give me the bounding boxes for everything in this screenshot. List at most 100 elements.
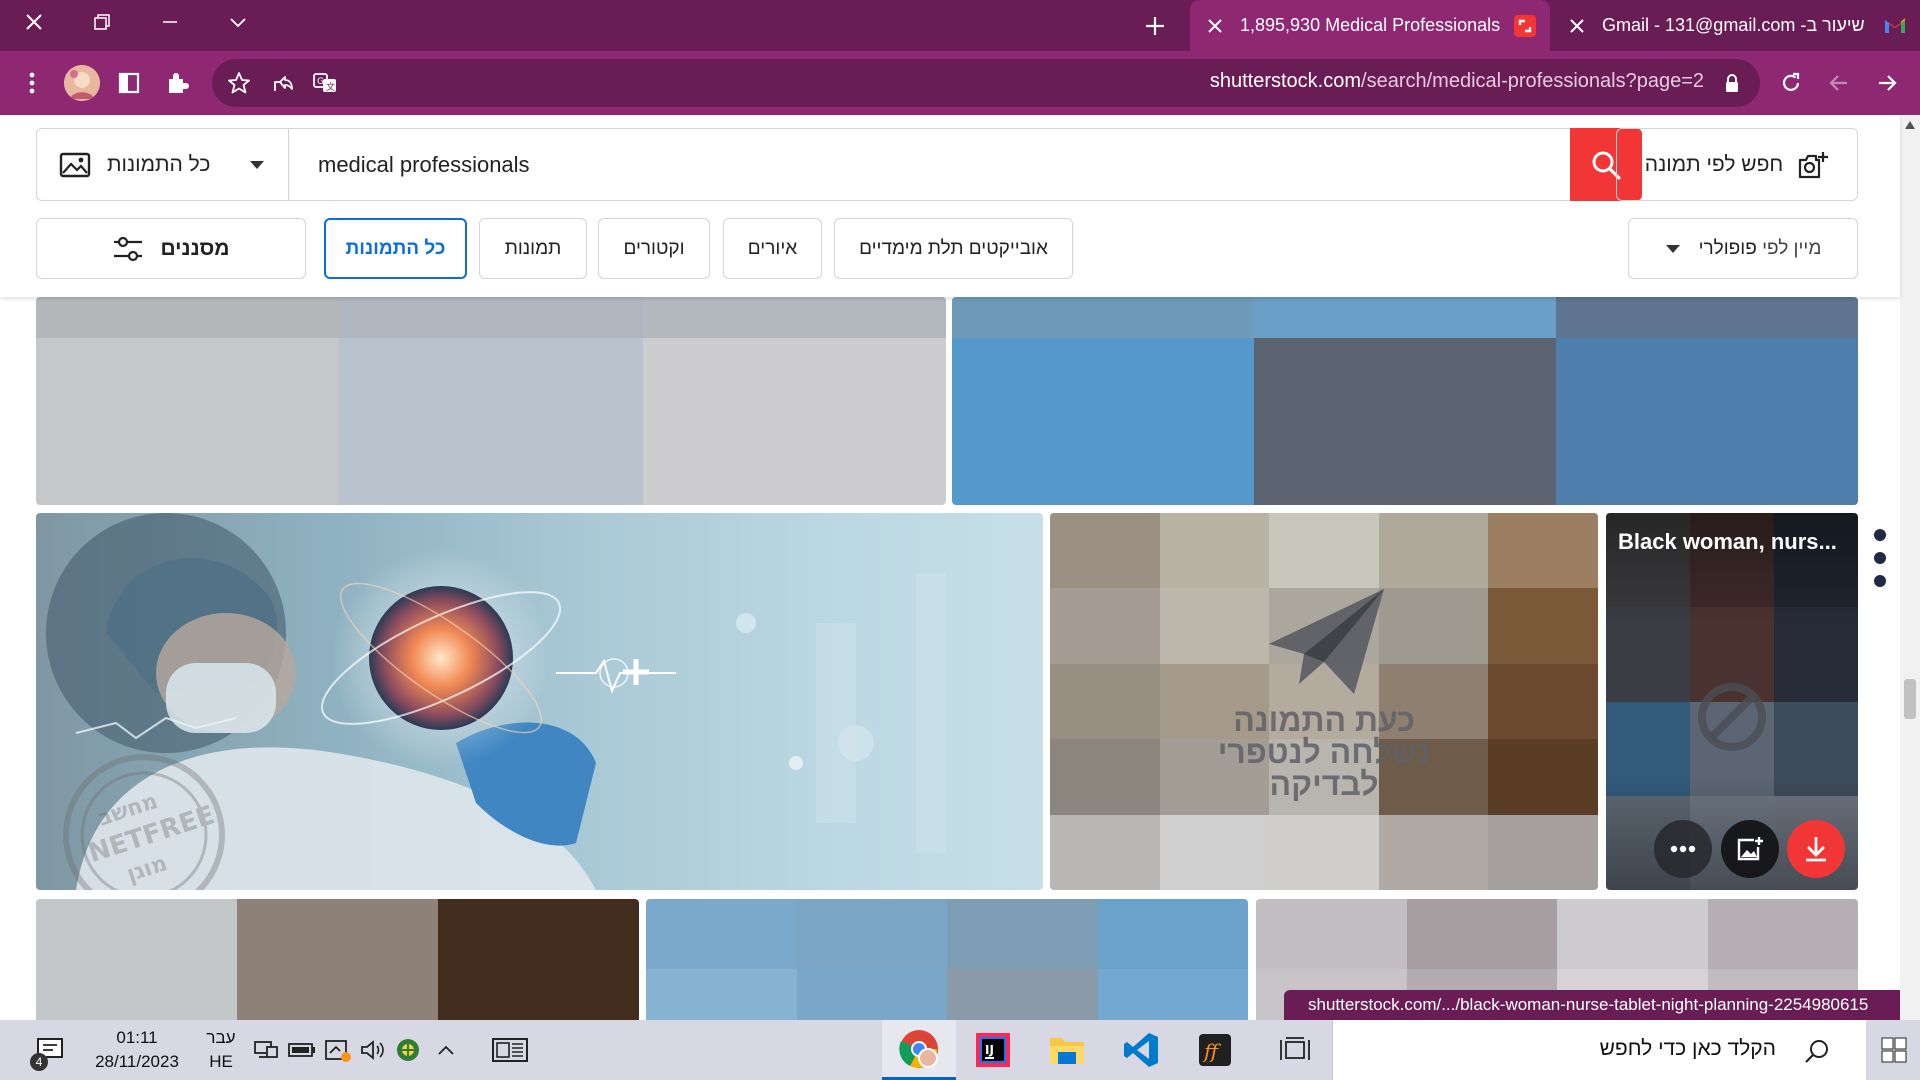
gmail-icon — [1884, 15, 1906, 37]
clock[interactable]: 01:11 28/11/2023 — [82, 1026, 192, 1074]
tab-title: 1,895,930 Medical Professionals — [1240, 15, 1501, 35]
puzzle-icon — [169, 73, 189, 93]
pill-illustrations[interactable]: איורים — [723, 218, 822, 279]
taskbar-app-file-explorer[interactable] — [1030, 1020, 1104, 1080]
taskbar-app-chrome[interactable] — [882, 1020, 956, 1080]
vscode-icon — [1124, 1033, 1158, 1067]
tab-search-button[interactable] — [204, 0, 272, 44]
image-tile[interactable] — [952, 297, 1858, 505]
caret-down-icon — [250, 160, 264, 169]
browser-toolbar: 文G shutterstock.com/search/medical-profe… — [0, 51, 1920, 115]
network-icon[interactable] — [250, 1034, 282, 1066]
share-icon — [274, 76, 293, 91]
taskbar-app-fontforge[interactable]: ff — [1178, 1020, 1252, 1080]
image-tile[interactable] — [36, 297, 946, 505]
pill-photos[interactable]: תמונות — [479, 218, 587, 279]
blocked-icon — [1698, 683, 1766, 751]
taskbar-search-box[interactable]: הקלד כאן כדי לחפש — [1332, 1020, 1866, 1080]
filters-button[interactable]: מסננים — [36, 218, 306, 279]
action-center-button[interactable]: 4 — [22, 1025, 78, 1075]
avatar — [64, 65, 100, 101]
tab-gmail[interactable]: שיעור ב- Gmail - 131@gmail.com — [1552, 0, 1920, 51]
url-host: shutterstock.com — [1209, 70, 1362, 92]
url-text[interactable]: shutterstock.com/search/medical-professi… — [1210, 70, 1704, 93]
more-options-button[interactable] — [1654, 820, 1712, 878]
clock-date: 28/11/2023 — [95, 1052, 179, 1071]
news-widget-button[interactable] — [488, 1032, 532, 1068]
security-tray-icon[interactable] — [392, 1034, 424, 1066]
taskbar-app-vscode[interactable] — [1104, 1020, 1178, 1080]
site-info-button[interactable] — [1718, 69, 1746, 97]
tab-close-button[interactable] — [1566, 15, 1588, 37]
taskbar-search-placeholder: הקלד כאן כדי לחפש — [1599, 1037, 1776, 1060]
address-bar[interactable]: 文G shutterstock.com/search/medical-profe… — [212, 59, 1760, 107]
page-scrollbar[interactable] — [1900, 115, 1920, 1020]
blocked-notice-text: כעת התמונה נשלחה לנטפרי לבדיקה — [1218, 704, 1431, 800]
minimize-window-button[interactable] — [136, 0, 204, 44]
search-input[interactable] — [290, 129, 1570, 200]
image-tile[interactable] — [36, 899, 639, 1020]
download-button[interactable] — [1787, 820, 1845, 878]
search-header: כל התמונות חפש לפי תמונה מסננים כל התמונ… — [0, 115, 1900, 297]
intellij-icon: IJ — [976, 1033, 1010, 1067]
netfree-tray-icon[interactable] — [322, 1034, 354, 1066]
star-icon — [228, 72, 250, 94]
tab-close-button[interactable] — [1204, 15, 1226, 37]
language-indicator[interactable]: עבר HE — [198, 1026, 244, 1074]
more-horizontal-icon — [1670, 845, 1696, 853]
folder-icon — [1050, 1038, 1084, 1064]
battery-icon[interactable] — [286, 1034, 318, 1066]
search-by-image-button[interactable]: חפש לפי תמונה — [1616, 128, 1858, 201]
pill-all-images[interactable]: כל התמונות — [324, 218, 467, 279]
back-button[interactable] — [1822, 66, 1856, 100]
volume-icon[interactable] — [356, 1034, 388, 1066]
more-vertical-icon — [29, 72, 35, 94]
new-tab-button[interactable] — [1122, 0, 1188, 51]
windows-taskbar: 4 01:11 28/11/2023 עבר HE IJ ff הקלד כאן… — [0, 1020, 1920, 1080]
sort-value: פופולרי — [1698, 237, 1757, 259]
image-tile-blocked[interactable]: כעת התמונה נשלחה לנטפרי לבדיקה — [1050, 513, 1598, 890]
translate-button[interactable]: 文G — [310, 68, 340, 98]
close-window-button[interactable] — [0, 0, 68, 44]
tab-shutterstock[interactable]: 1,895,930 Medical Professionals — [1190, 0, 1550, 51]
task-view-button[interactable] — [1258, 1020, 1332, 1080]
scroll-thumb[interactable] — [1904, 679, 1916, 719]
restore-window-button[interactable] — [68, 0, 136, 44]
scroll-up-icon[interactable] — [1905, 121, 1915, 129]
svg-text:IJ: IJ — [985, 1043, 994, 1057]
forward-button[interactable] — [1870, 66, 1904, 100]
caret-down-icon — [1665, 244, 1680, 253]
asset-type-dropdown[interactable]: כל התמונות — [37, 129, 289, 200]
side-panel-button[interactable] — [114, 68, 144, 98]
translate-icon: 文G — [313, 73, 336, 93]
sliders-icon — [114, 236, 143, 261]
reload-button[interactable] — [1774, 66, 1808, 100]
tile-side-menu-icon[interactable] — [1873, 529, 1887, 589]
restore-icon — [94, 14, 110, 30]
notification-badge: 4 — [30, 1053, 48, 1071]
side-panel-icon — [118, 72, 140, 94]
search-icon — [1805, 1040, 1828, 1063]
close-icon — [1208, 18, 1222, 33]
extensions-button[interactable] — [162, 68, 192, 98]
chevron-up-icon — [438, 1045, 454, 1055]
image-tile[interactable] — [646, 899, 1248, 1020]
start-button[interactable] — [1868, 1020, 1920, 1080]
sort-dropdown[interactable]: מיין לפי פופולרי — [1628, 218, 1858, 279]
share-button[interactable] — [268, 68, 298, 98]
image-tile-featured[interactable]: מחשב NETFREE מוגן — [36, 513, 1043, 890]
image-tile-hovered[interactable]: Black woman, nurs... — [1606, 513, 1858, 890]
close-icon — [26, 14, 42, 30]
add-to-collection-button[interactable] — [1721, 820, 1779, 878]
pill-vectors[interactable]: וקטורים — [598, 218, 710, 279]
blocked-notice-line1: כעת התמונה — [1233, 701, 1415, 738]
browser-menu-button[interactable] — [20, 63, 44, 103]
show-hidden-icons-button[interactable] — [430, 1034, 462, 1066]
pill-3d-objects[interactable]: אובייקטים תלת מימדיים — [834, 218, 1073, 279]
task-view-icon — [1280, 1037, 1310, 1060]
close-icon — [1570, 18, 1584, 33]
bookmark-star-button[interactable] — [224, 68, 254, 98]
profile-avatar[interactable] — [64, 65, 100, 101]
taskbar-app-intellij[interactable]: IJ — [956, 1020, 1030, 1080]
doctor-globe-image: מחשב NETFREE מוגן — [46, 513, 946, 890]
